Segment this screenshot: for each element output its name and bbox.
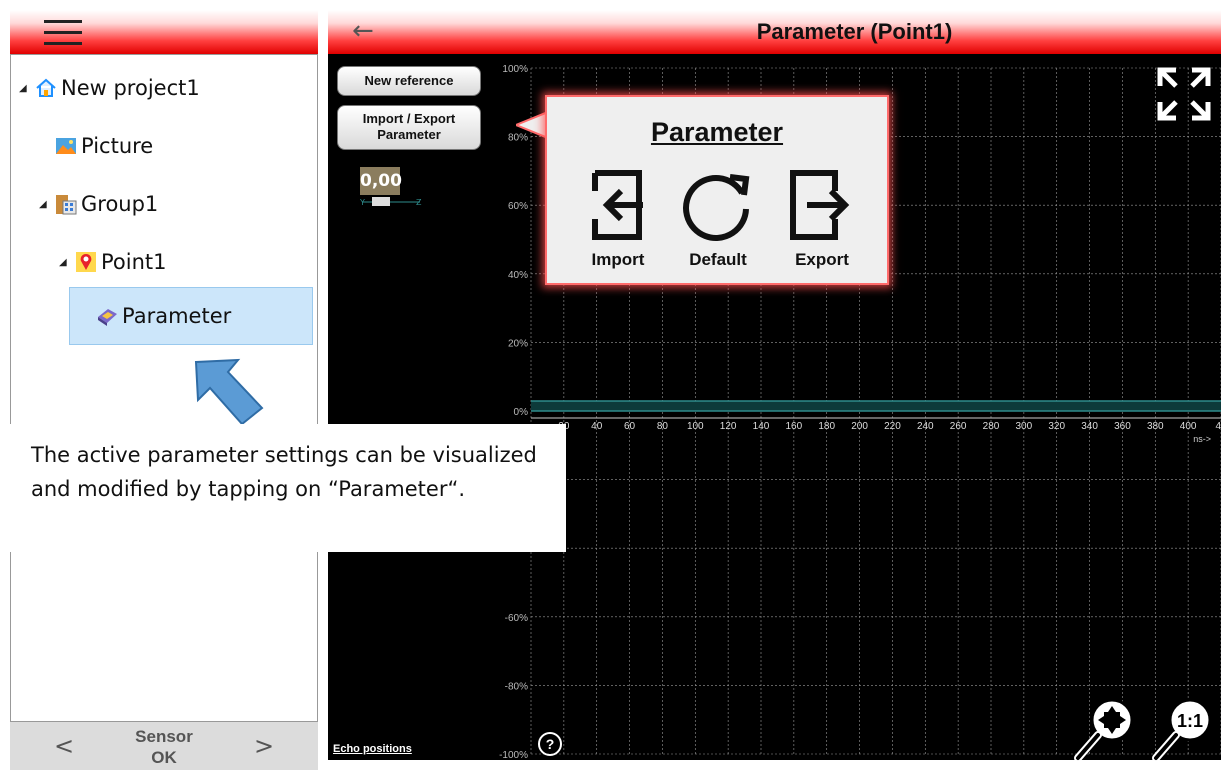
axis-z-label: Z bbox=[416, 198, 422, 207]
previous-sensor-button[interactable]: < bbox=[54, 732, 74, 760]
tree-item-point1[interactable]: ◢ Point1 bbox=[59, 239, 167, 285]
default-button[interactable]: Default bbox=[673, 167, 763, 270]
zoom-one-to-one-icon[interactable]: 1:1 bbox=[1150, 694, 1216, 764]
x-tick-label: 240 bbox=[917, 421, 934, 432]
x-tick-label: 400 bbox=[1180, 421, 1197, 432]
x-tick-label: 220 bbox=[884, 421, 901, 432]
page-title: Parameter (Point1) bbox=[756, 19, 953, 44]
x-tick-label: 320 bbox=[1048, 421, 1065, 432]
popup-pointer bbox=[516, 110, 548, 140]
axis-y-label: Y bbox=[360, 198, 365, 207]
x-tick-label: 42 bbox=[1215, 421, 1221, 432]
sensor-status: Sensor OK bbox=[114, 726, 214, 768]
x-tick-label: 300 bbox=[1016, 421, 1033, 432]
tree-item-label: New project1 bbox=[61, 76, 200, 100]
button-label-line2: Parameter bbox=[377, 127, 441, 142]
import-icon bbox=[592, 170, 643, 240]
x-tick-label: 160 bbox=[786, 421, 803, 432]
button-label-line1: Import / Export bbox=[362, 111, 456, 126]
x-axis-unit: ns-> bbox=[1193, 434, 1211, 444]
tree-item-parameter[interactable]: Parameter bbox=[69, 287, 313, 345]
sensor-label: Sensor bbox=[135, 727, 193, 746]
y-tick-label: 40% bbox=[508, 270, 528, 281]
new-reference-button[interactable]: New reference bbox=[337, 66, 481, 96]
parameter-popup: Parameter Import Default Export bbox=[545, 95, 889, 285]
chart-series bbox=[531, 400, 1221, 412]
x-tick-label: 260 bbox=[950, 421, 967, 432]
y-tick-label: 60% bbox=[508, 201, 528, 212]
tree-item-label: Picture bbox=[81, 134, 154, 158]
project-panel: ◢ New project1 Picture ◢ Group1 ◢ Point1… bbox=[10, 10, 318, 770]
annotation-arrow-icon bbox=[194, 358, 264, 426]
tilt-value-display: 0,00 Y Z bbox=[360, 167, 424, 207]
y-tick-label: 0% bbox=[514, 407, 529, 418]
x-tick-label: 340 bbox=[1081, 421, 1098, 432]
y-axis-ticks: 100%80%60%40%20%0%-20%-40%-60%-80%-100% bbox=[499, 64, 528, 760]
annotation-box: The active parameter settings can be vis… bbox=[0, 424, 566, 552]
y-tick-label: -80% bbox=[505, 681, 528, 692]
import-export-parameter-button[interactable]: Import / Export Parameter bbox=[337, 105, 481, 150]
x-tick-label: 200 bbox=[851, 421, 868, 432]
x-tick-label: 280 bbox=[983, 421, 1000, 432]
zoom-fit-icon[interactable] bbox=[1072, 694, 1138, 764]
y-tick-label: -100% bbox=[499, 750, 528, 760]
y-tick-label: -60% bbox=[505, 613, 528, 624]
import-label: Import bbox=[591, 250, 645, 269]
x-tick-label: 180 bbox=[818, 421, 835, 432]
x-tick-label: 380 bbox=[1147, 421, 1164, 432]
tree-item-new-project1[interactable]: ◢ New project1 bbox=[19, 65, 200, 111]
building-icon bbox=[56, 195, 77, 215]
x-tick-label: 360 bbox=[1114, 421, 1131, 432]
tree-item-label: Group1 bbox=[81, 192, 159, 216]
x-tick-label: 140 bbox=[753, 421, 770, 432]
parameter-book-icon bbox=[98, 309, 117, 326]
hamburger-menu-icon[interactable] bbox=[44, 20, 84, 46]
export-button[interactable]: Export bbox=[777, 167, 867, 270]
annotation-text: The active parameter settings can be vis… bbox=[31, 443, 537, 501]
default-label: Default bbox=[689, 250, 747, 269]
export-icon bbox=[790, 170, 850, 240]
sensor-status-bar: < Sensor OK > bbox=[10, 722, 318, 770]
tilt-value: 0,00 bbox=[360, 167, 402, 195]
svg-text:1:1: 1:1 bbox=[1177, 711, 1203, 731]
tree-item-label: Point1 bbox=[101, 250, 167, 274]
next-sensor-button[interactable]: > bbox=[254, 732, 274, 760]
baseline-band bbox=[531, 401, 1221, 411]
x-axis-ticks: 2040608010012014016018020022024026028030… bbox=[558, 421, 1221, 444]
tree-item-group1[interactable]: ◢ Group1 bbox=[39, 181, 158, 227]
import-button[interactable]: Import bbox=[573, 167, 663, 270]
popup-title: Parameter bbox=[650, 117, 784, 147]
picture-icon bbox=[56, 138, 76, 154]
level-base-icon: Y Z bbox=[360, 197, 422, 207]
tree-item-label: Parameter bbox=[122, 304, 232, 328]
x-tick-label: 80 bbox=[657, 421, 669, 432]
location-pin-icon bbox=[76, 252, 96, 272]
y-tick-label: 20% bbox=[508, 338, 528, 349]
house-icon bbox=[36, 78, 56, 97]
x-tick-label: 120 bbox=[720, 421, 737, 432]
export-label: Export bbox=[795, 250, 849, 269]
help-icon[interactable]: ? bbox=[538, 732, 562, 756]
right-header-bar: ← Parameter (Point1) bbox=[328, 10, 1221, 54]
echo-positions-link[interactable]: Echo positions bbox=[333, 743, 412, 755]
expand-triangle-icon[interactable]: ◢ bbox=[19, 83, 27, 94]
x-tick-label: 60 bbox=[624, 421, 636, 432]
project-tree: ◢ New project1 Picture ◢ Group1 ◢ Point1… bbox=[10, 54, 318, 722]
expand-triangle-icon[interactable]: ◢ bbox=[39, 199, 47, 210]
x-tick-label: 100 bbox=[687, 421, 704, 432]
left-header-bar bbox=[10, 10, 318, 54]
expand-triangle-icon[interactable]: ◢ bbox=[59, 257, 67, 268]
tree-item-picture[interactable]: Picture bbox=[55, 123, 153, 169]
x-tick-label: 40 bbox=[591, 421, 603, 432]
fullscreen-icon[interactable] bbox=[1156, 66, 1212, 122]
refresh-icon bbox=[683, 174, 750, 241]
y-tick-label: 100% bbox=[502, 64, 528, 75]
sensor-status-value: OK bbox=[151, 748, 177, 767]
